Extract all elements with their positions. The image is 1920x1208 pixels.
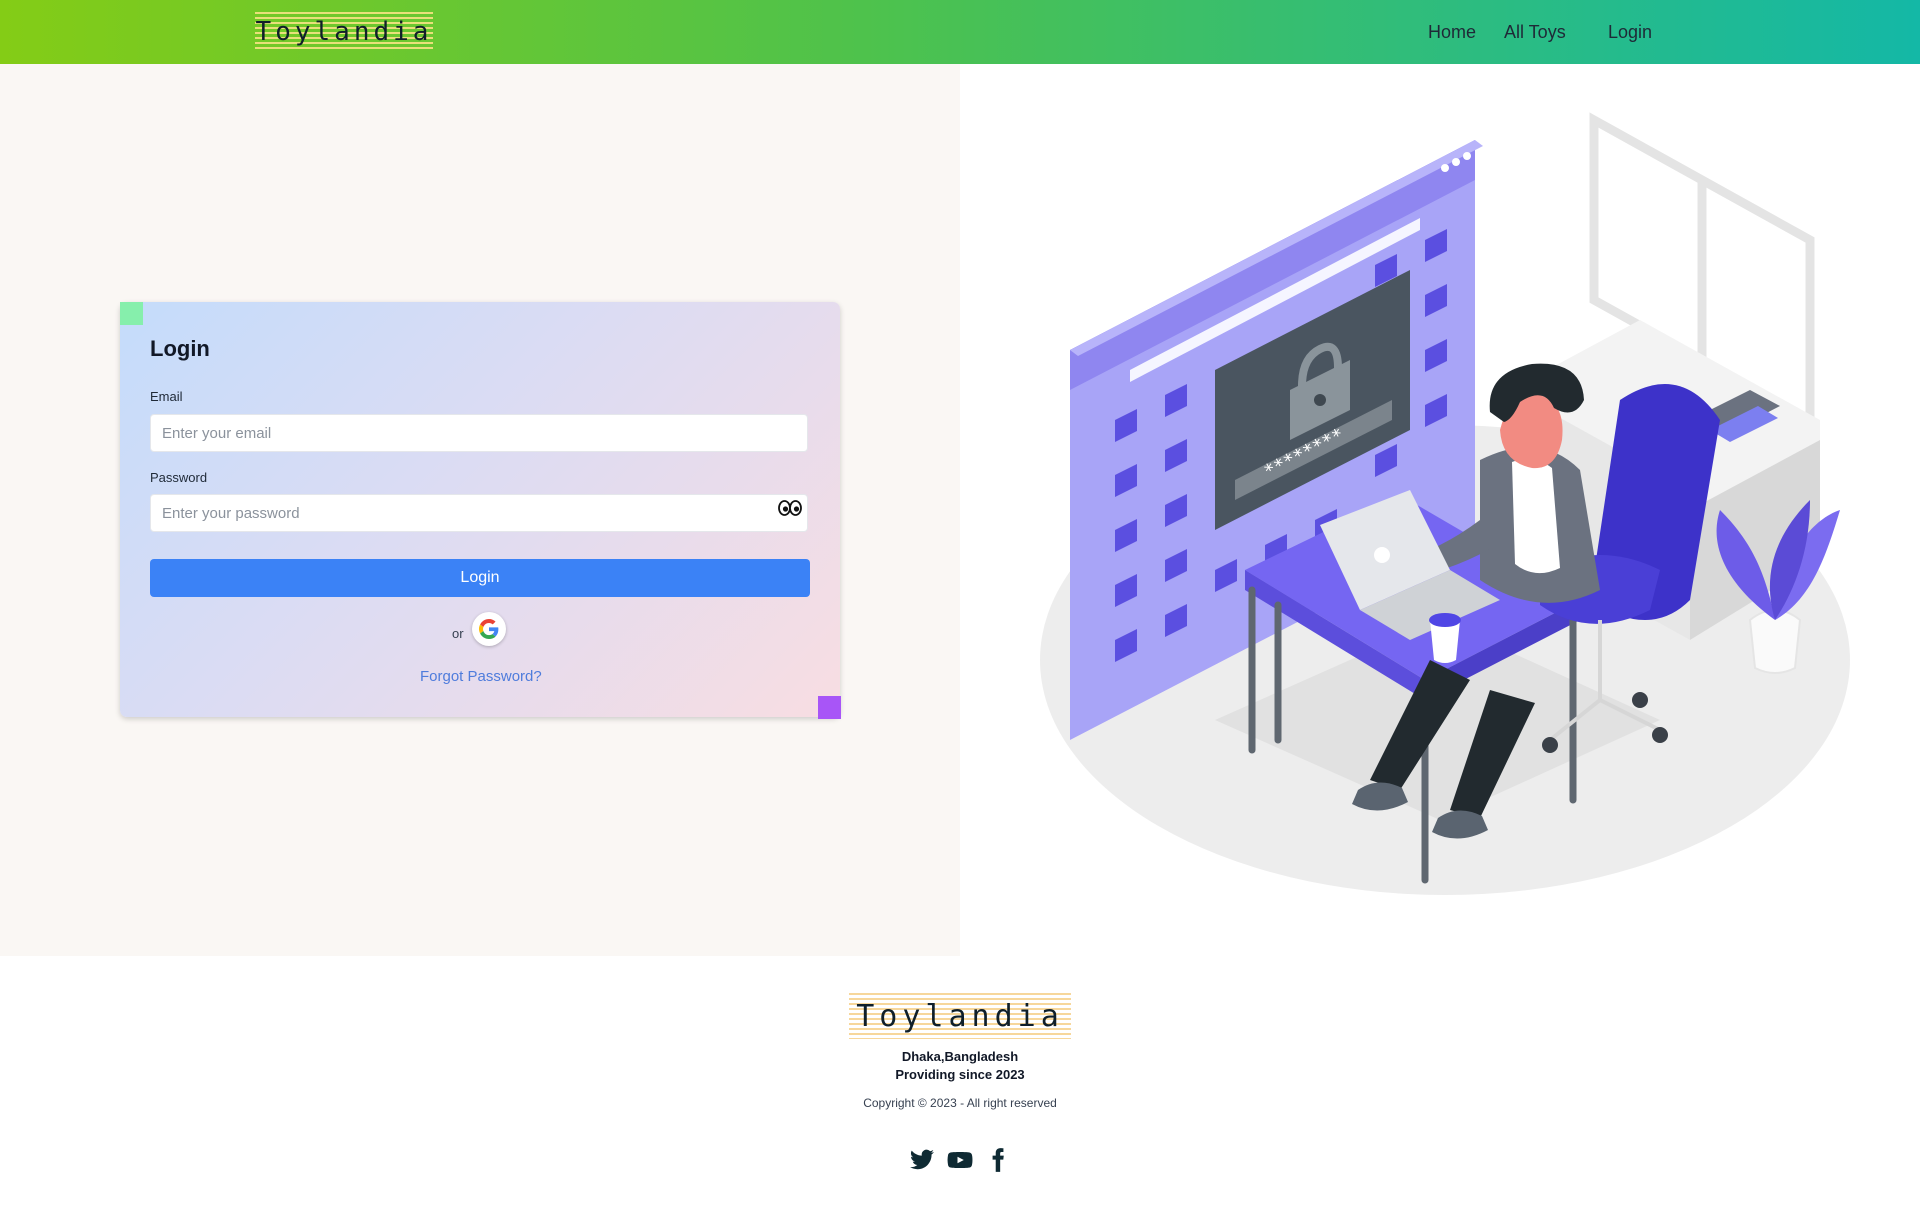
decorative-corner-green [120,302,143,325]
login-illustration: ******** [1020,100,1860,900]
footer: Toylandia Dhaka,Bangladesh Providing sin… [0,956,1920,1208]
nav-link-home[interactable]: Home [1428,22,1476,43]
footer-logo[interactable]: Toylandia [849,993,1071,1039]
email-label: Email [150,389,183,404]
google-signin-button[interactable] [472,612,506,646]
password-field[interactable] [150,494,808,532]
footer-since: Providing since 2023 [895,1067,1025,1082]
or-separator: or [452,626,464,641]
nav-link-login[interactable]: Login [1608,22,1652,43]
facebook-icon[interactable] [985,1147,1011,1173]
footer-address: Dhaka,Bangladesh [901,1049,1019,1064]
login-card-wrapper: Login Email Password Login or [120,302,841,722]
forgot-password-link[interactable]: Forgot Password? [420,668,542,685]
footer-copyright: Copyright © 2023 - All right reserved [863,1096,1057,1110]
login-title: Login [150,336,210,361]
decorative-corner-purple [818,696,841,719]
show-password-eyes-icon[interactable] [778,499,802,517]
password-label: Password [150,470,208,485]
email-field[interactable] [150,414,808,452]
brand-logo[interactable]: Toylandia [255,12,433,52]
navbar: Toylandia Home All Toys Login [0,0,1920,64]
login-section: Login Email Password Login or [0,64,960,956]
youtube-icon[interactable] [947,1147,973,1173]
brand-logo-text: Toylandia [255,17,433,47]
google-icon [479,619,499,639]
nav-link-all-toys[interactable]: All Toys [1504,22,1566,43]
twitter-icon[interactable] [909,1147,935,1173]
footer-logo-text: Toylandia [856,998,1064,1034]
login-card: Login Email Password Login or [120,302,840,717]
login-submit-button[interactable]: Login [150,559,810,597]
